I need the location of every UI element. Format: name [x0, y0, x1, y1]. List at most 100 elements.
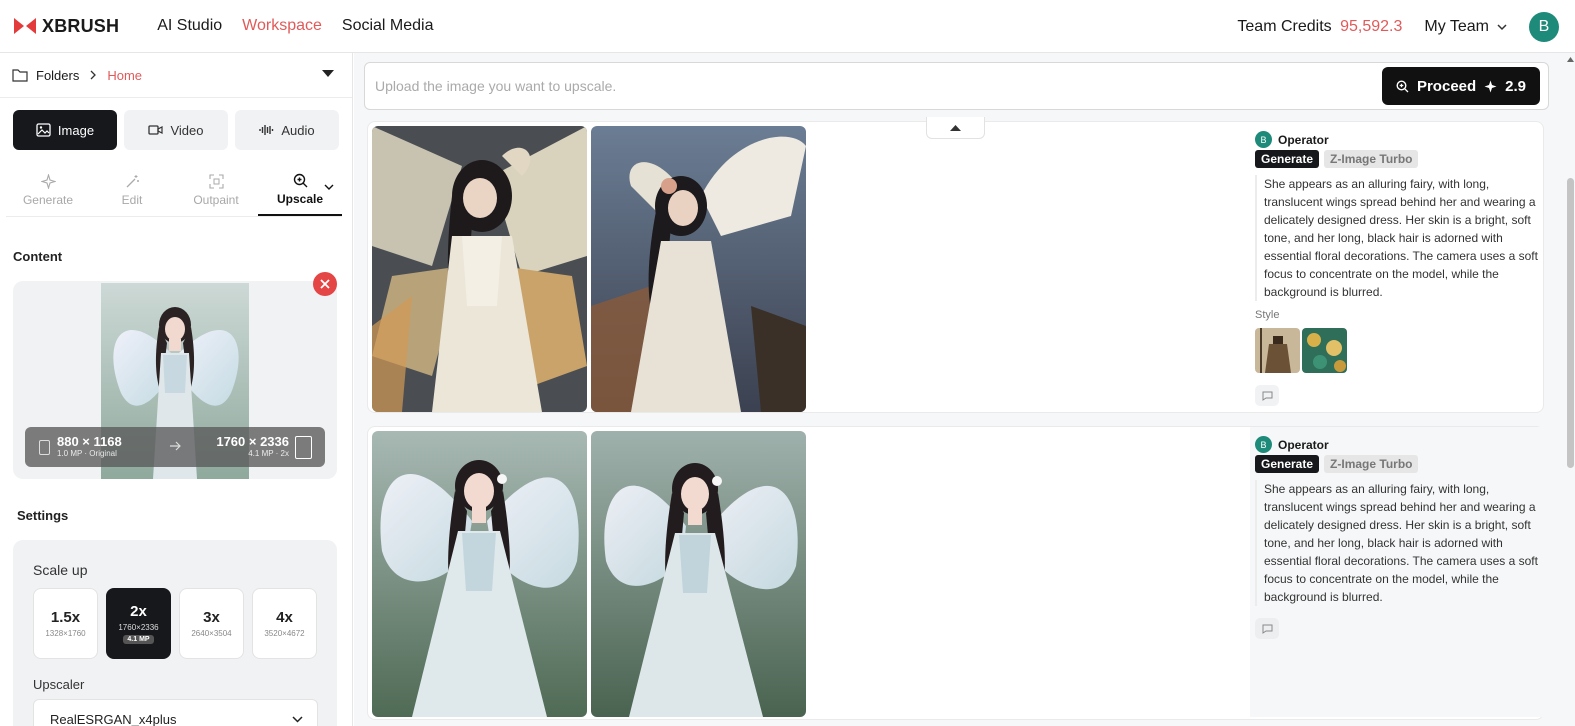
nav-social-media[interactable]: Social Media [342, 17, 434, 35]
fairy-photo-2 [591, 431, 806, 717]
fairy-painting-1 [372, 126, 587, 412]
scrollbar[interactable] [1566, 53, 1575, 726]
image-icon [36, 123, 51, 137]
tab-audio-label: Audio [281, 122, 315, 138]
caret-down-icon[interactable] [322, 70, 334, 78]
scale-value: 1.5x [50, 609, 81, 626]
style-label: Style [1255, 309, 1280, 321]
arrow-right-icon [170, 441, 181, 451]
original-meta: 1.0 MP · Original [57, 449, 117, 458]
result-image[interactable] [591, 126, 806, 412]
proceed-button[interactable]: Proceed 2.9 [1382, 67, 1540, 105]
result-images [372, 431, 806, 717]
operator: B Operator [1255, 436, 1329, 453]
tab-audio[interactable]: Audio [235, 110, 339, 150]
comment-icon [1262, 391, 1272, 401]
user-avatar[interactable]: B [1529, 11, 1559, 42]
scroll-up-icon[interactable] [1566, 55, 1575, 64]
style-thumbnail[interactable] [1255, 328, 1300, 373]
upload-placeholder: Upload the image you want to upscale. [375, 78, 617, 94]
brand-logo[interactable]: XBRUSH [14, 16, 119, 37]
result-image[interactable] [372, 431, 587, 717]
mode-tabs: Image Video Audio [13, 110, 339, 150]
megapixel-badge: 4.1 MP [123, 635, 154, 644]
resolution-comparison: 880 × 1168 1.0 MP · Original 1760 × 2336… [25, 427, 325, 467]
video-icon [148, 125, 164, 135]
proceed-label: Proceed [1416, 77, 1477, 95]
settings-panel: Scale up 1.5x 1328×1760 2x 1760×2336 4.1… [13, 540, 337, 726]
remove-image-button[interactable] [313, 272, 337, 296]
original-size: 880 × 1168 [57, 434, 122, 449]
team-credits: Team Credits 95,592.3 [1237, 18, 1402, 36]
tool-tabs: Generate Edit Outpaint Upscale [6, 165, 342, 217]
settings-title: Settings [17, 508, 69, 523]
breadcrumb: Folders Home [0, 53, 352, 98]
credits-label: Team Credits [1237, 17, 1332, 35]
result-image[interactable] [591, 431, 806, 717]
team-name: My Team [1424, 17, 1489, 35]
scale-dims: 1760×2336 [118, 623, 159, 632]
proceed-cost: 2.9 [1505, 77, 1527, 95]
upscaler-select[interactable]: RealESRGAN_x4plus [33, 699, 318, 726]
scrollbar-thumb[interactable] [1567, 178, 1574, 468]
operator-name: Operator [1278, 132, 1329, 147]
folder-icon [12, 69, 28, 82]
collapse-button[interactable] [926, 117, 985, 139]
sidebar: Folders Home Image Video Audio Generate … [0, 53, 353, 726]
breadcrumb-folders[interactable]: Folders [36, 68, 79, 83]
breadcrumb-home[interactable]: Home [107, 68, 142, 83]
tab-video[interactable]: Video [124, 110, 228, 150]
chevron-right-icon [90, 70, 97, 80]
target-frame-icon [295, 436, 312, 459]
expand-icon [208, 174, 224, 189]
scale-option-1-5x[interactable]: 1.5x 1328×1760 [33, 588, 98, 659]
nav-ai-studio[interactable]: AI Studio [157, 17, 222, 35]
tab-image[interactable]: Image [13, 110, 117, 150]
scale-value: 2x [130, 603, 147, 620]
top-bar: XBRUSH AI Studio Workspace Social Media … [0, 0, 1575, 53]
scale-dims: 2640×3504 [191, 629, 232, 638]
scale-option-4x[interactable]: 4x 3520×4672 [252, 588, 317, 659]
tab-generate[interactable]: Generate [6, 165, 90, 216]
target-meta: 4.1 MP · 2x [248, 449, 289, 458]
original-frame-icon [39, 440, 50, 455]
sparkle-icon [40, 174, 56, 189]
type-badge: Generate [1255, 150, 1320, 168]
operator-avatar: B [1255, 436, 1272, 453]
content-title: Content [13, 249, 63, 264]
tab-upscale[interactable]: Upscale [258, 165, 342, 216]
fairy-photo-1 [372, 431, 587, 717]
comment-button[interactable] [1255, 385, 1279, 406]
tab-edit[interactable]: Edit [90, 165, 174, 216]
chevron-down-icon [1497, 23, 1507, 30]
tab-outpaint[interactable]: Outpaint [174, 165, 258, 216]
scale-dims: 1328×1760 [45, 629, 86, 638]
caret-up-icon [950, 124, 961, 131]
scale-up-label: Scale up [33, 562, 88, 578]
tab-upscale-label: Upscale [276, 192, 324, 206]
result-images [372, 126, 806, 412]
upload-bar[interactable]: Upload the image you want to upscale. Pr… [364, 62, 1549, 110]
generation-info: B Operator Generate Z-Image Turbo She ap… [1250, 427, 1544, 717]
model-badge: Z-Image Turbo [1324, 455, 1419, 473]
scale-option-3x[interactable]: 3x 2640×3504 [179, 588, 244, 659]
generation-card: B Operator Generate Z-Image Turbo She ap… [367, 426, 1544, 720]
bowtie-logo-icon [14, 18, 36, 34]
credits-value: 95,592.3 [1340, 17, 1403, 35]
style-thumbnail[interactable] [1302, 328, 1347, 373]
scale-option-2x[interactable]: 2x 1760×2336 4.1 MP [106, 588, 171, 659]
close-icon [320, 279, 330, 289]
content-preview: 880 × 1168 1.0 MP · Original 1760 × 2336… [13, 281, 337, 479]
result-image[interactable] [372, 126, 587, 412]
zoom-in-icon [1396, 79, 1409, 92]
nav-workspace[interactable]: Workspace [242, 17, 322, 35]
upscaler-label: Upscaler [33, 677, 85, 692]
team-selector[interactable]: My Team [1424, 18, 1507, 36]
tab-image-label: Image [57, 122, 95, 138]
generation-tags: Generate Z-Image Turbo [1255, 150, 1419, 168]
comment-button[interactable] [1255, 618, 1279, 639]
chevron-down-icon[interactable] [324, 183, 334, 191]
prompt-text: She appears as an alluring fairy, with l… [1255, 175, 1539, 301]
scale-options: 1.5x 1328×1760 2x 1760×2336 4.1 MP 3x 26… [33, 588, 317, 659]
brand-name: XBRUSH [42, 15, 120, 36]
